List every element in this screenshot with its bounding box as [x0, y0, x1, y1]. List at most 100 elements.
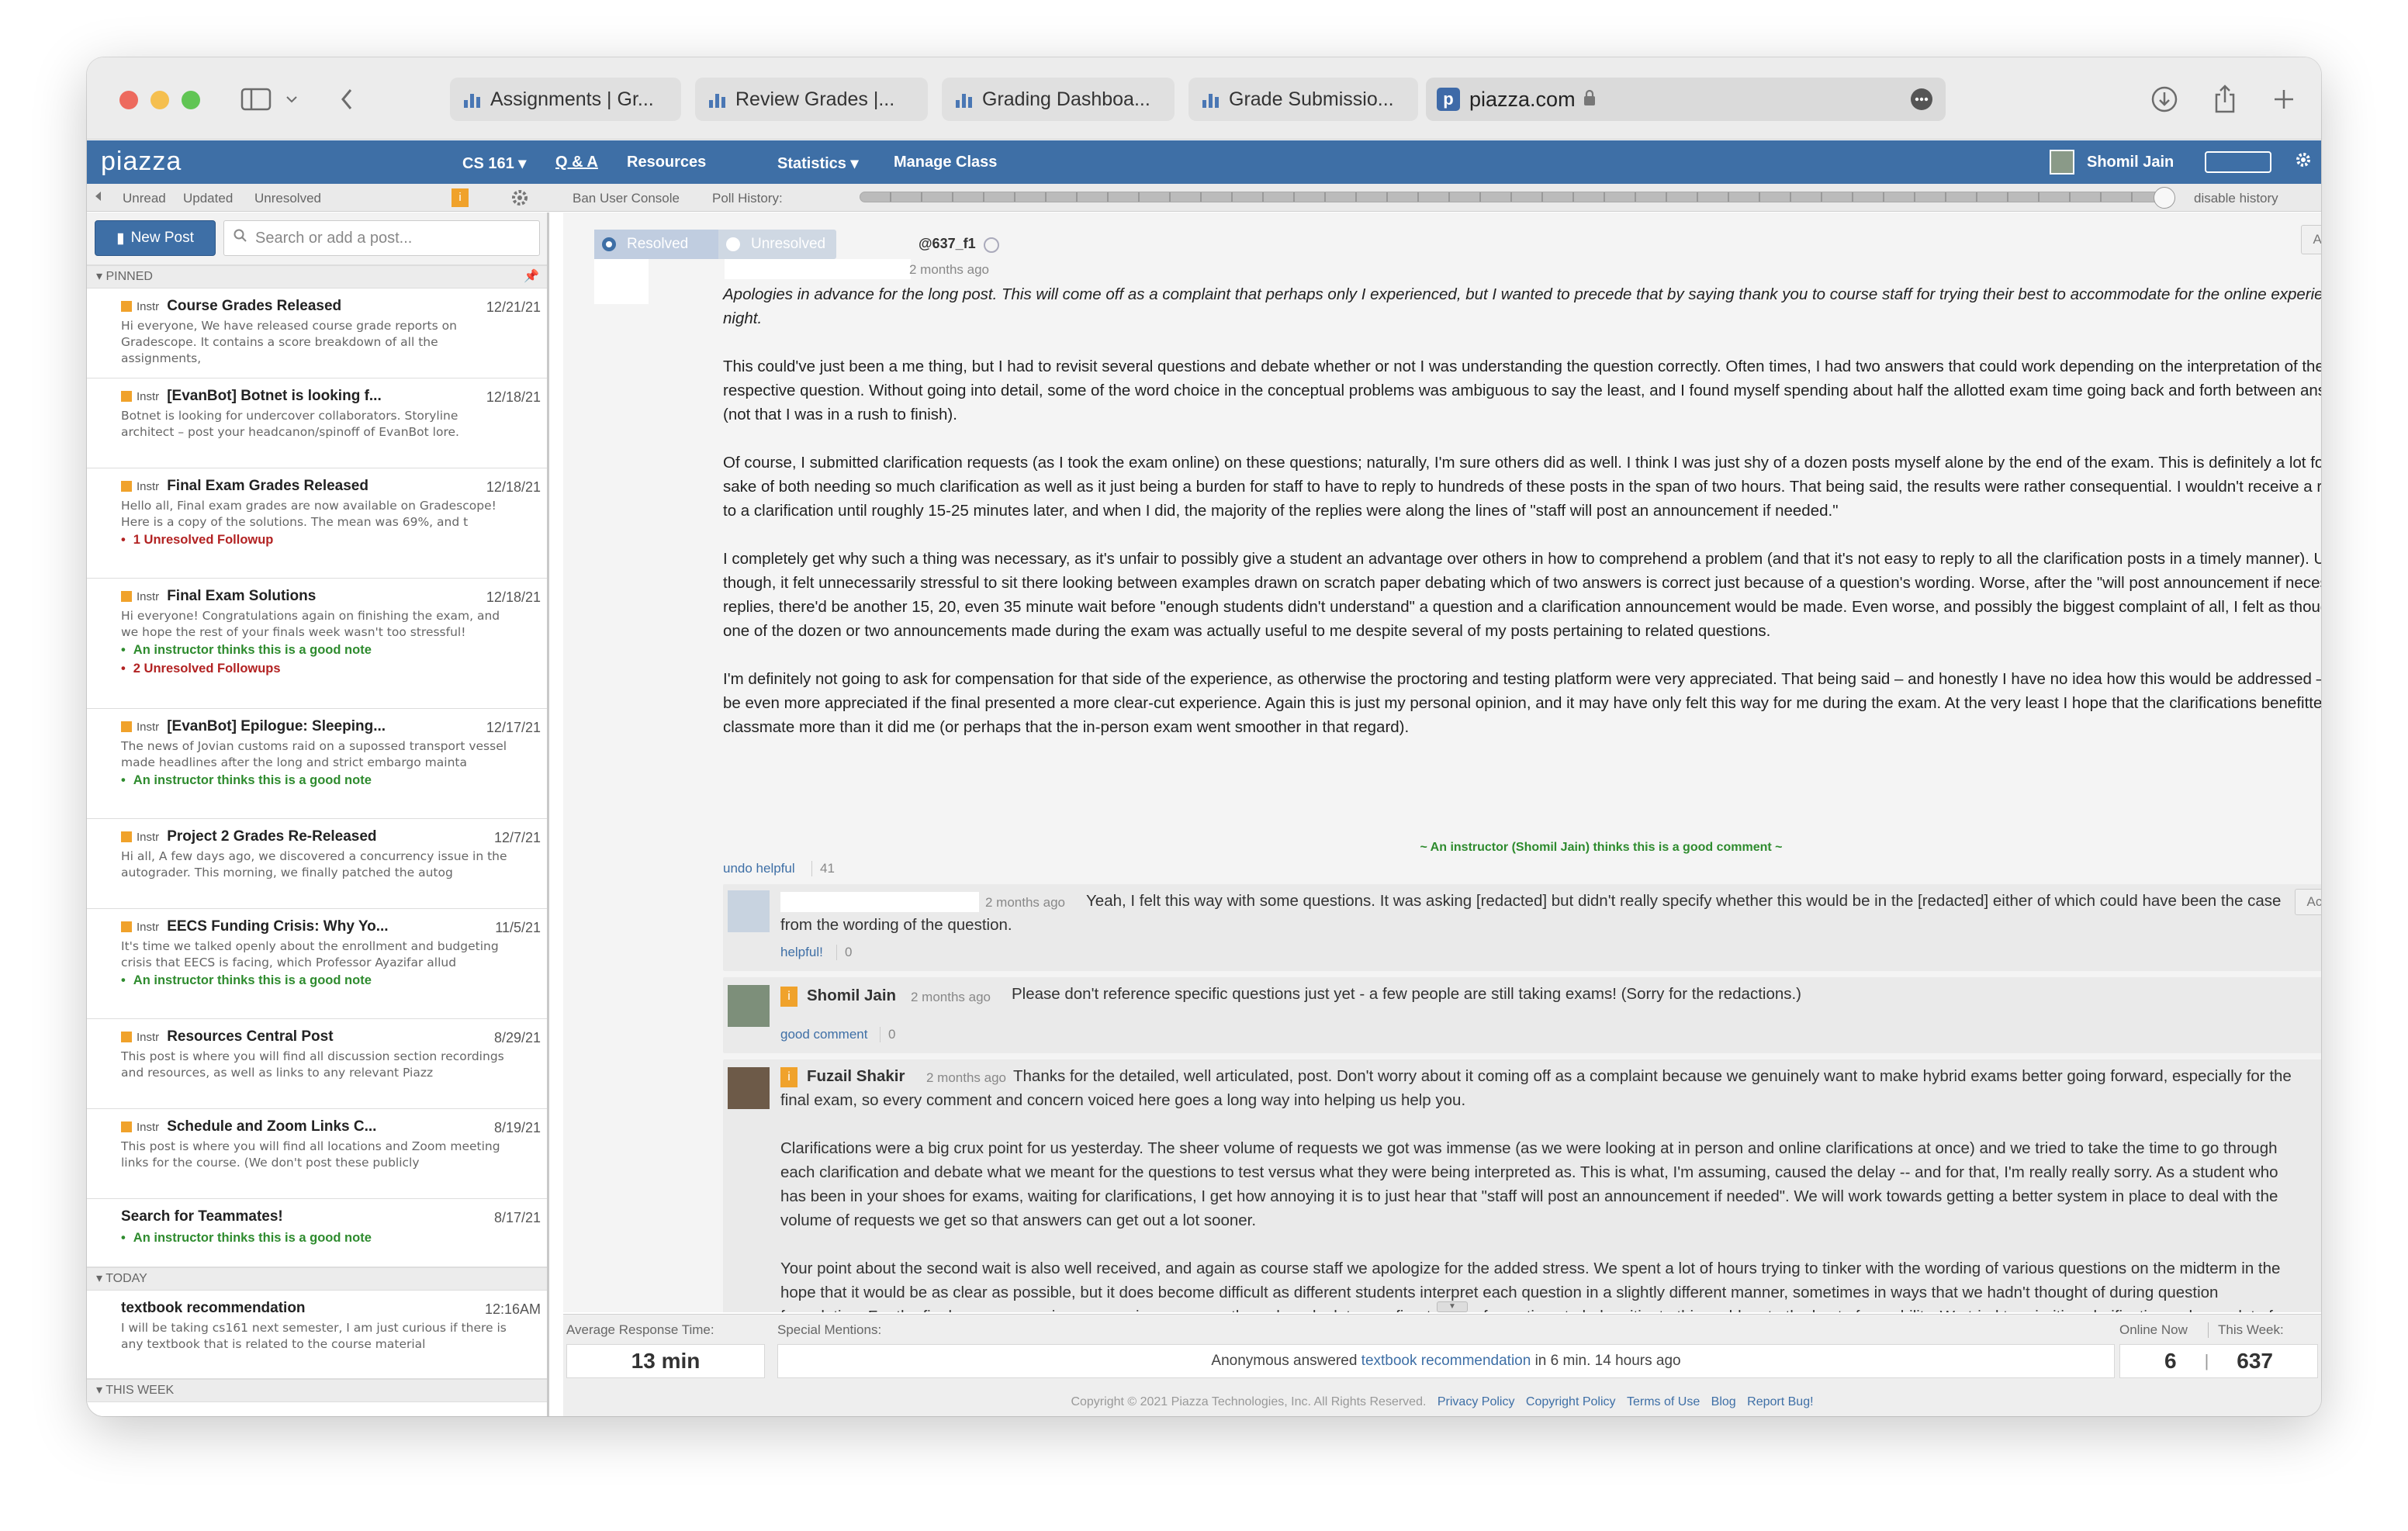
ban-user-console[interactable]: Ban User Console: [573, 191, 680, 206]
resolve-toggle[interactable]: Resolved Unresolved: [594, 230, 836, 259]
minimize-window-button[interactable]: [150, 91, 169, 109]
good-comment-link[interactable]: good comment: [780, 1027, 867, 1042]
nav-qa[interactable]: Q & A: [555, 154, 598, 171]
followup-instructor: i Fuzail Shakir 2 months ago Thanks for …: [723, 1059, 2321, 1312]
post-date: 8/29/21: [493, 1030, 541, 1045]
avatar[interactable]: [2050, 150, 2074, 175]
post-snippet: Hello all, Final exam grades are now ava…: [121, 499, 496, 529]
nav-statistics-dropdown[interactable]: Statistics ▾: [777, 154, 859, 173]
avatar: [728, 890, 770, 932]
nav-resources[interactable]: Resources: [627, 154, 706, 171]
list-item[interactable]: Instr Final Exam Solutions 12/18/21 Hi ever…: [87, 579, 547, 709]
history-slider[interactable]: [860, 192, 2171, 202]
zoom-window-button[interactable]: [182, 91, 200, 109]
settings-gear-icon[interactable]: [510, 188, 529, 211]
piazza-logo[interactable]: piazza: [101, 147, 182, 177]
avg-response-value: 13 min: [566, 1344, 765, 1378]
browser-tab[interactable]: Review Grades |...: [695, 78, 928, 121]
search-input[interactable]: Search or add a post...: [223, 220, 540, 256]
post-snippet: It's time we talked openly about the enr…: [121, 939, 499, 969]
chevron-down-icon[interactable]: [282, 82, 301, 116]
nav-manage-class[interactable]: Manage Class: [894, 154, 997, 171]
today-group-header[interactable]: ▾ TODAY: [87, 1267, 547, 1291]
collapse-arrow-icon[interactable]: ▼: [1437, 1301, 1468, 1312]
post-date: 8/19/21: [493, 1120, 541, 1135]
instructor-filter-icon[interactable]: i: [452, 188, 469, 207]
privacy-policy-link[interactable]: Privacy Policy: [1438, 1395, 1515, 1408]
browser-toolbar: Assignments | Gr... Review Grades |... G…: [87, 57, 2321, 140]
special-mentions-box: Anonymous answered textbook recommendati…: [777, 1344, 2115, 1378]
list-item[interactable]: Instr Project 2 Grades Re-Released 12/7/21…: [87, 819, 547, 909]
post-paragraph: Of course, I submitted clarification req…: [723, 454, 2321, 520]
list-item[interactable]: Instr [EvanBot] Botnet is looking f... 12/…: [87, 378, 547, 468]
blog-link[interactable]: Blog: [1711, 1395, 1736, 1408]
download-icon[interactable]: [2147, 82, 2181, 116]
lock-icon: [1583, 88, 1596, 112]
copyright-policy-link[interactable]: Copyright Policy: [1526, 1395, 1616, 1408]
close-window-button[interactable]: [119, 91, 138, 109]
nav-course-dropdown[interactable]: CS 161 ▾: [462, 154, 526, 173]
sidebar-toggle-icon[interactable]: [239, 82, 273, 116]
post-title: Instr [EvanBot] Epilogue: Sleeping...: [121, 718, 454, 735]
share-icon[interactable]: [2208, 82, 2242, 116]
avg-response-label: Average Response Time:: [566, 1322, 714, 1337]
user-name[interactable]: Shomil Jain: [2087, 154, 2174, 171]
mention-link[interactable]: textbook recommendation: [1361, 1353, 1531, 1370]
actions-dropdown[interactable]: Actions ▾: [2301, 225, 2321, 254]
unresolved-option[interactable]: Unresolved: [718, 236, 825, 253]
link-icon[interactable]: [984, 237, 999, 253]
pinned-group-header[interactable]: ▾ PINNED 📌: [87, 265, 547, 289]
collapse-sidebar-icon[interactable]: [93, 190, 102, 206]
post-body: Apologies in advance for the long post. …: [723, 282, 2321, 739]
post-date: 12/18/21: [486, 479, 541, 495]
good-note-tag: An instructor thinks this is a good note: [121, 771, 539, 790]
followup-anonymous: 2 months ago Yeah, I felt this way with …: [723, 884, 2321, 971]
post-title: Search for Teammates!: [121, 1208, 283, 1225]
undo-helpful-link[interactable]: undo helpful: [723, 861, 795, 876]
post-title: textbook recommendation: [121, 1300, 306, 1316]
author-name[interactable]: Shomil Jain: [807, 987, 896, 1005]
list-item[interactable]: Search for Teammates! 8/17/21 An instruc…: [87, 1199, 547, 1267]
instructor-badge: Instr: [121, 590, 159, 603]
filter-unresolved[interactable]: Unresolved: [254, 191, 321, 206]
list-item[interactable]: Instr Resources Central Post 8/29/21 This p…: [87, 1019, 547, 1109]
post-snippet: Hi all, A few days ago, we discovered a …: [121, 849, 507, 880]
browser-tab[interactable]: Assignments | Gr...: [450, 78, 681, 121]
browser-tab[interactable]: Grading Dashboa...: [942, 78, 1175, 121]
address-bar[interactable]: p piazza.com: [1426, 78, 1946, 121]
helpful-count: 0: [836, 945, 852, 960]
filter-unread[interactable]: Unread: [123, 191, 166, 206]
list-item[interactable]: Instr EECS Funding Crisis: Why Yo... 11/5/…: [87, 909, 547, 1019]
more-icon[interactable]: [1910, 88, 1933, 116]
class-switcher[interactable]: [2205, 151, 2271, 173]
new-post-button[interactable]: ▮ New Post: [95, 220, 216, 256]
good-comment-count: 0: [880, 1027, 895, 1042]
history-slider-handle[interactable]: [2154, 187, 2175, 209]
list-item[interactable]: Instr Schedule and Zoom Links C... 8/19/21…: [87, 1109, 547, 1199]
chart-icon: [1202, 91, 1220, 108]
resolved-option[interactable]: Resolved: [594, 230, 718, 259]
followup-paragraph: Clarifications were a big crux point for…: [780, 1139, 2278, 1229]
new-tab-icon[interactable]: [2267, 82, 2301, 116]
filter-updated[interactable]: Updated: [183, 191, 233, 206]
list-item[interactable]: textbook recommendation 12:16AM I will b…: [87, 1291, 547, 1379]
back-icon[interactable]: [335, 82, 358, 116]
post-title: Instr EECS Funding Crisis: Why Yo...: [121, 918, 454, 935]
filter-bar: Unread Updated Unresolved i Ban User Con…: [87, 184, 2321, 212]
post-title: Instr Schedule and Zoom Links C...: [121, 1118, 454, 1135]
disable-history-link[interactable]: disable history: [2194, 191, 2278, 206]
post-date: 12:16AM: [484, 1301, 541, 1317]
followup-paragraph: Thanks for the detailed, well articulate…: [780, 1067, 2292, 1109]
gear-icon[interactable]: [2295, 151, 2312, 173]
helpful-link[interactable]: helpful!: [780, 945, 823, 960]
browser-tab[interactable]: Grade Submissio...: [1188, 78, 1418, 121]
list-item[interactable]: Instr Final Exam Grades Released 12/18/21 H…: [87, 468, 547, 579]
terms-of-use-link[interactable]: Terms of Use: [1627, 1395, 1700, 1408]
chart-icon: [956, 91, 973, 108]
list-item[interactable]: Instr [EvanBot] Epilogue: Sleeping... 12/1…: [87, 709, 547, 819]
actions-dropdown[interactable]: Actions ▾: [2295, 889, 2321, 915]
unresolved-followup-tag: 1 Unresolved Followup: [121, 530, 539, 549]
this-week-group-header[interactable]: ▾ THIS WEEK: [87, 1379, 547, 1402]
list-item[interactable]: Instr Course Grades Released 12/21/21 Hi ev…: [87, 289, 547, 378]
report-bug-link[interactable]: Report Bug!: [1747, 1395, 1813, 1408]
